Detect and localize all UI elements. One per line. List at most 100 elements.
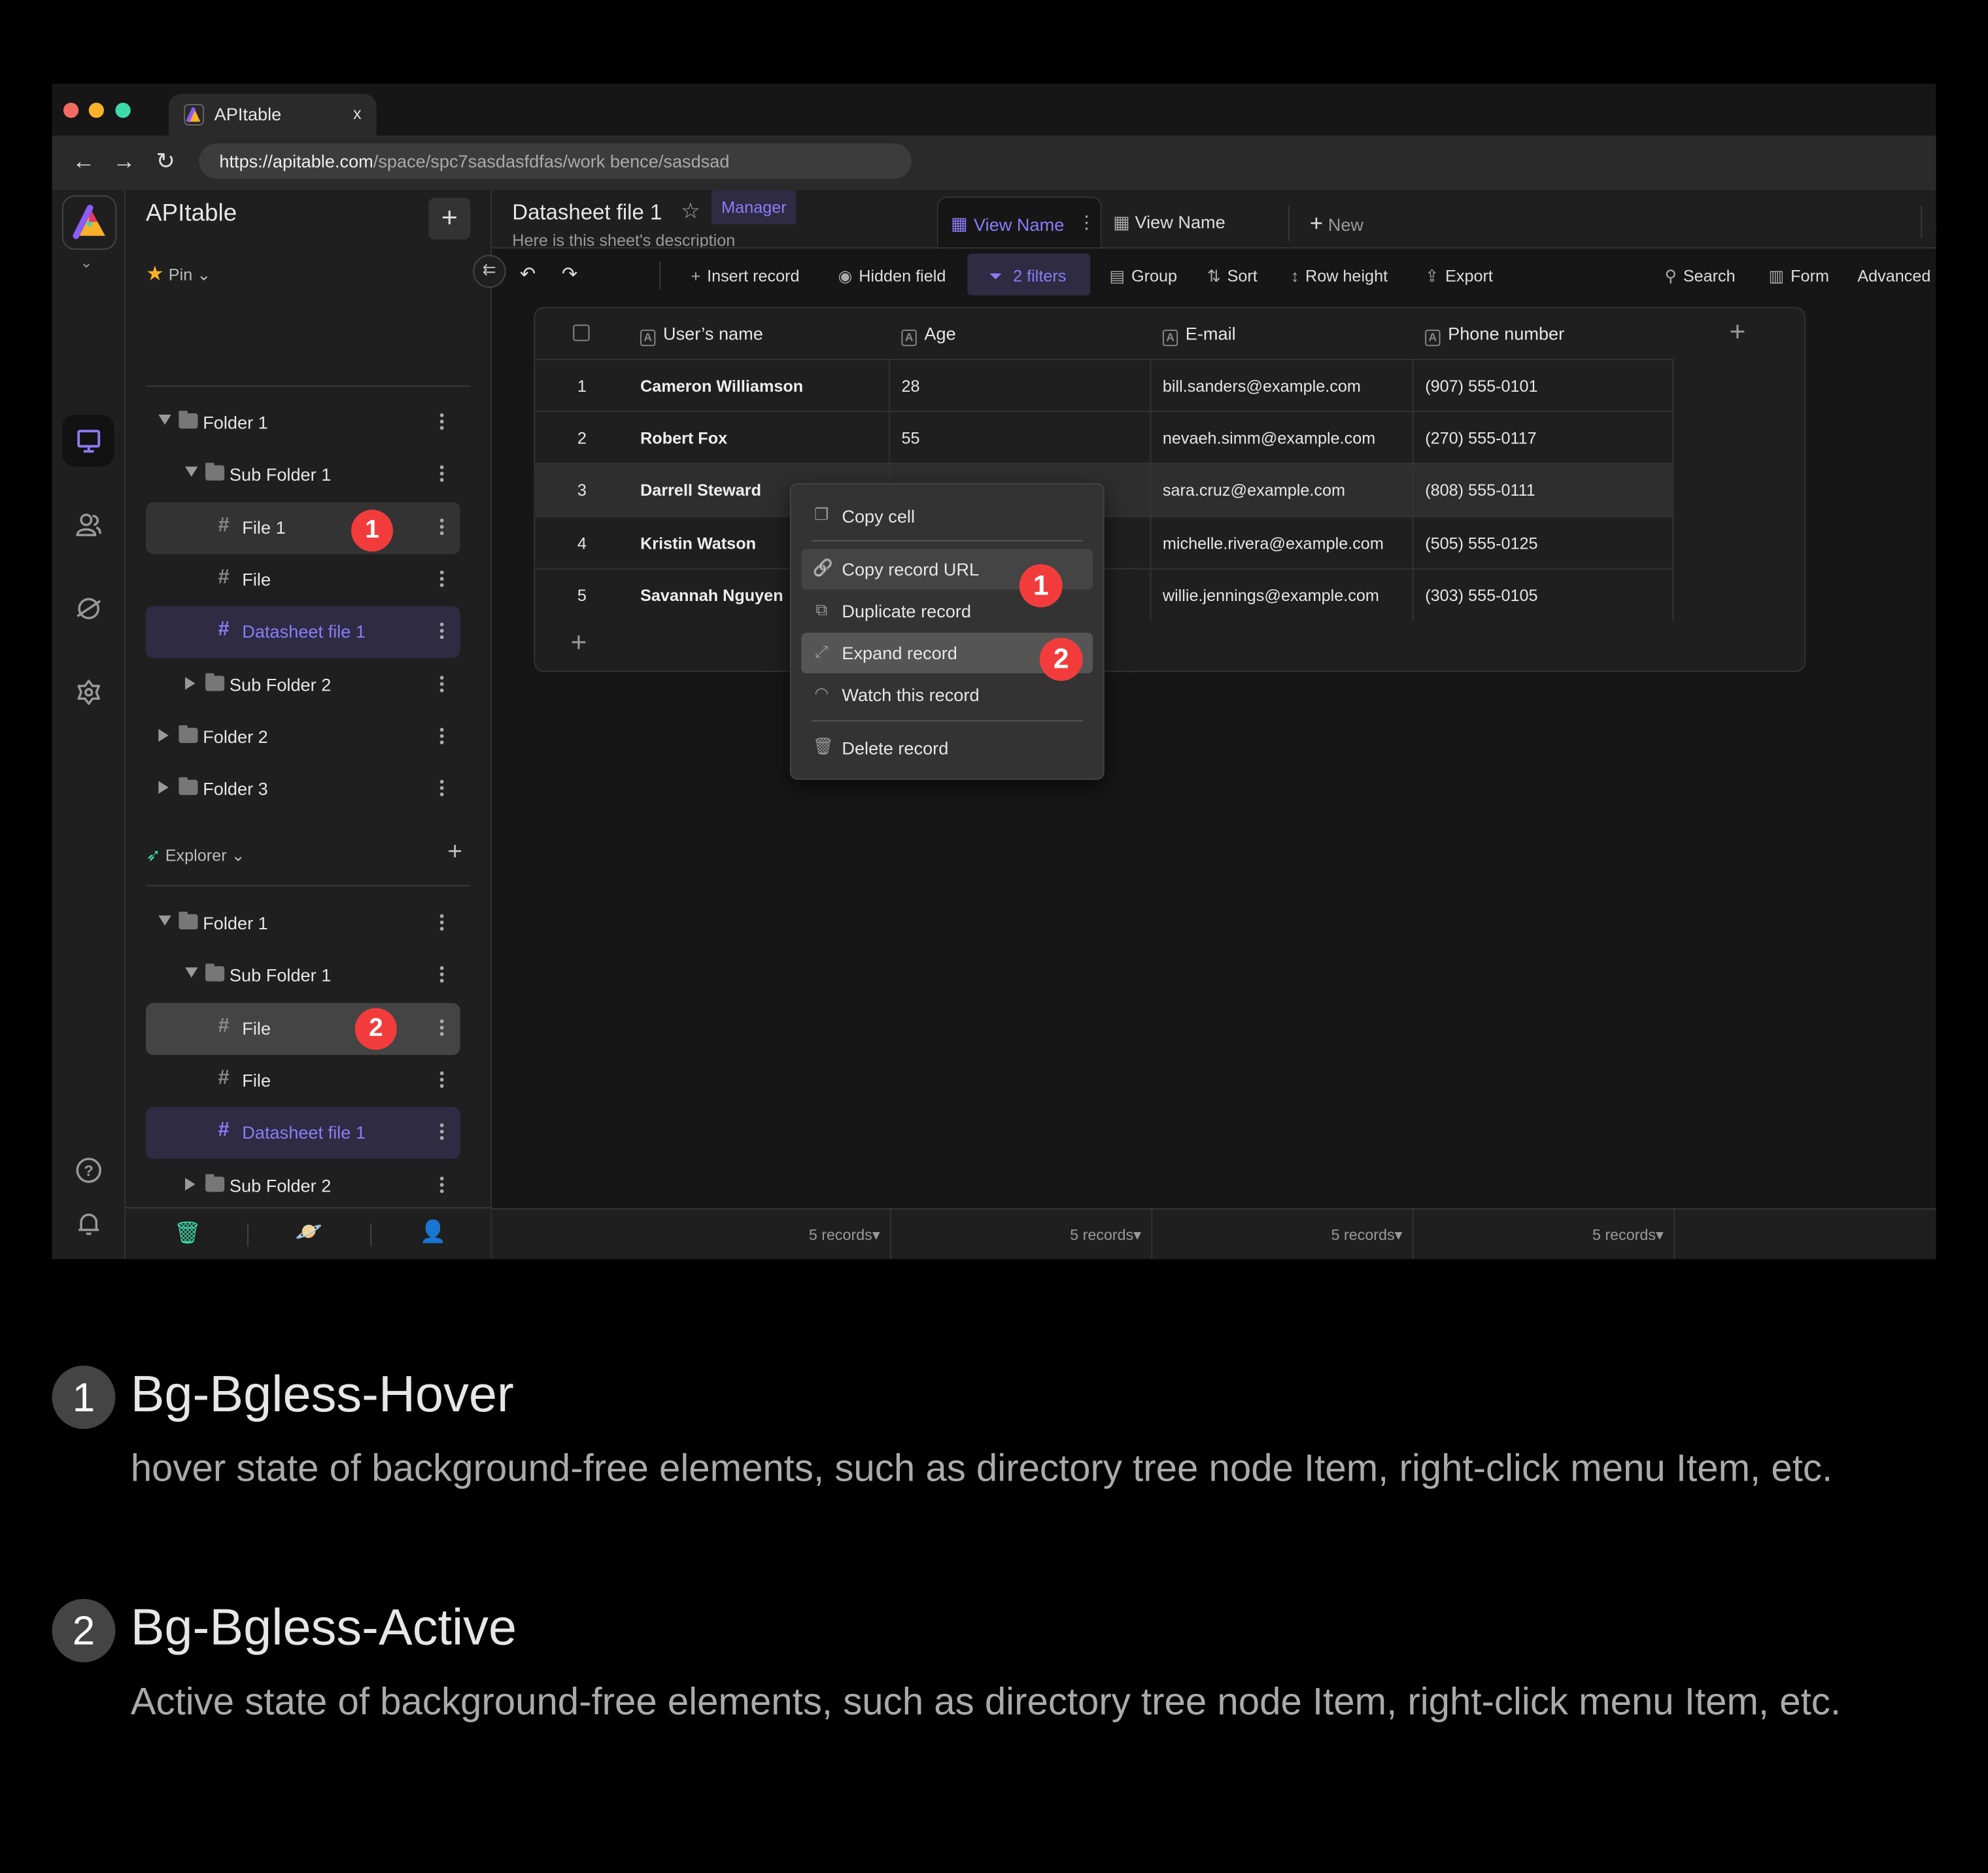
- stat-cell[interactable]: 5 records▾: [492, 1209, 891, 1260]
- insert-record-button[interactable]: + Insert record: [691, 266, 800, 285]
- stat-label: 5 records: [1331, 1226, 1395, 1244]
- tree-file-item[interactable]: # Datasheet file 1: [145, 1107, 460, 1160]
- help-button[interactable]: ?: [62, 1144, 114, 1195]
- advanced-label: Advanced: [1857, 266, 1931, 286]
- tree-folder-item[interactable]: Sub Folder 2: [146, 1160, 460, 1195]
- group-button[interactable]: ▤ Group: [1109, 266, 1177, 286]
- chevron-down-icon[interactable]: ⌄: [80, 254, 93, 271]
- url-input[interactable]: https://apitable.com/space/spc7sasdasfdf…: [199, 143, 912, 179]
- export-button[interactable]: ⇪ Export: [1425, 266, 1493, 286]
- table-row[interactable]: 2 Robert Fox 55 nevaeh.simm@example.com (270…: [535, 411, 1674, 464]
- cell-phone[interactable]: (907) 555-0101: [1412, 360, 1674, 413]
- stat-cell[interactable]: 5 records▾: [891, 1209, 1153, 1260]
- cell-email[interactable]: willie.jennings@example.com: [1150, 569, 1412, 621]
- cell-email[interactable]: sara.cruz@example.com: [1150, 464, 1412, 517]
- cell-email[interactable]: nevaeh.simm@example.com: [1150, 412, 1412, 464]
- minimize-window-button[interactable]: [88, 103, 104, 118]
- form-button[interactable]: ▥ Form: [1769, 266, 1829, 286]
- cloud-sync-icon[interactable]: [1935, 209, 1936, 235]
- tree-file-item[interactable]: # File: [146, 1055, 460, 1107]
- column-header-email[interactable]: A E-mail: [1162, 323, 1236, 347]
- tree-folder-item[interactable]: Folder 1: [146, 898, 460, 950]
- stat-cell[interactable]: 5 records▾: [1152, 1209, 1414, 1260]
- add-column-icon[interactable]: +: [1730, 316, 1746, 349]
- browser-tab[interactable]: APItable x: [168, 94, 377, 136]
- cell-email[interactable]: michelle.rivera@example.com: [1150, 517, 1412, 569]
- more-icon[interactable]: [439, 964, 445, 986]
- view-tab[interactable]: ▦ View Name: [1113, 212, 1225, 233]
- cell-phone[interactable]: (808) 555-0111: [1412, 464, 1674, 517]
- collapse-sidebar-button[interactable]: ⇇: [473, 254, 506, 288]
- maximize-window-button[interactable]: [115, 103, 131, 118]
- more-icon[interactable]: ⋮: [1078, 212, 1095, 233]
- context-menu-item[interactable]: ⧉ Duplicate record: [801, 591, 1093, 631]
- select-all-checkbox[interactable]: [573, 324, 590, 341]
- reload-icon[interactable]: ↻: [156, 148, 175, 175]
- column-header-phone[interactable]: A Phone number: [1425, 323, 1564, 347]
- caret-down-icon[interactable]: [185, 967, 198, 978]
- cell-email[interactable]: bill.sanders@example.com: [1150, 360, 1412, 413]
- legend-title: Bg-Bgless-Hover: [130, 1367, 514, 1423]
- notifications-button[interactable]: [62, 1197, 114, 1248]
- context-menu-item[interactable]: ◠ Watch this record: [801, 674, 1093, 715]
- more-icon[interactable]: [439, 1121, 445, 1143]
- undo-icon[interactable]: ↶: [520, 262, 536, 285]
- tree-item-label: Datasheet file 1: [242, 1122, 366, 1143]
- planet-icon[interactable]: 🪐: [296, 1220, 322, 1245]
- settings-nav-button[interactable]: [62, 666, 114, 717]
- more-icon[interactable]: [439, 912, 445, 933]
- plus-icon: +: [691, 266, 701, 286]
- add-record-icon[interactable]: +: [570, 627, 587, 659]
- column-header-name[interactable]: A User’s name: [640, 323, 763, 347]
- users-icon: [75, 513, 101, 536]
- search-button[interactable]: ⚲ Search: [1665, 266, 1736, 286]
- workbench-nav-button[interactable]: [62, 414, 114, 467]
- column-header-age[interactable]: A Age: [901, 323, 956, 347]
- forward-icon[interactable]: →: [113, 148, 136, 175]
- context-menu-item[interactable]: 🗑 Delete record: [801, 728, 1093, 768]
- tree-item-label: Folder 1: [203, 912, 268, 933]
- cell-phone[interactable]: (303) 555-0105: [1412, 569, 1674, 621]
- more-icon[interactable]: [439, 1016, 445, 1038]
- column-label: Age: [924, 323, 956, 344]
- view-tab-active[interactable]: ▦ View Name ⋮: [936, 196, 1102, 250]
- tree-file-item[interactable]: # File 2: [145, 1002, 460, 1055]
- table-row[interactable]: 1 Cameron Williamson 28 bill.sanders@exampl…: [535, 358, 1674, 413]
- filters-button[interactable]: ⏷ 2 filters: [967, 253, 1091, 296]
- context-menu-item[interactable]: ⤢ Expand record 2: [801, 632, 1093, 681]
- close-tab-icon[interactable]: x: [353, 104, 362, 123]
- context-menu-item[interactable]: ❐ Copy cell: [801, 496, 1093, 536]
- cell-phone[interactable]: (270) 555-0117: [1412, 412, 1674, 464]
- cell-name[interactable]: Cameron Williamson: [629, 360, 889, 412]
- more-icon[interactable]: [439, 1069, 445, 1090]
- more-icon[interactable]: [439, 1173, 445, 1195]
- row-height-button[interactable]: ↕ Row height: [1291, 266, 1388, 285]
- cell-name[interactable]: Robert Fox: [629, 412, 889, 464]
- advanced-button[interactable]: Advanced ⌄: [1857, 266, 1936, 286]
- hidden-field-button[interactable]: ◉ Hidden field: [838, 266, 946, 286]
- stat-cell[interactable]: 5 records▾: [1414, 1209, 1675, 1260]
- nav-rail: ⌄ ?: [52, 190, 126, 1260]
- explore-nav-button[interactable]: [62, 582, 114, 634]
- caret-right-icon[interactable]: [185, 1177, 196, 1190]
- invite-member-icon[interactable]: 👤: [420, 1220, 447, 1245]
- close-window-button[interactable]: [63, 103, 79, 118]
- cell-age[interactable]: 28: [889, 360, 1150, 413]
- members-nav-button[interactable]: [62, 498, 114, 550]
- tree-item-label: Sub Folder 2: [229, 1175, 332, 1195]
- tree-folder-item[interactable]: Sub Folder 1: [146, 950, 460, 1002]
- star-outline-icon[interactable]: ☆: [681, 199, 700, 224]
- data-grid: A User’s name A Age A E-mail A Phone number …: [534, 307, 1806, 672]
- space-logo-button[interactable]: [62, 195, 117, 250]
- cell-age[interactable]: 55: [889, 412, 1150, 464]
- sort-button[interactable]: ⇅ Sort: [1207, 266, 1258, 286]
- trash-icon[interactable]: 🗑: [174, 1221, 201, 1246]
- context-menu-item[interactable]: 🔗 Copy record URL 1: [801, 549, 1093, 608]
- row-index: 5: [577, 585, 587, 605]
- new-view-button[interactable]: + New: [1310, 211, 1363, 237]
- caret-down-icon[interactable]: [158, 915, 171, 926]
- cell-phone[interactable]: (505) 555-0125: [1412, 517, 1674, 569]
- redo-icon[interactable]: ↷: [562, 262, 577, 285]
- menu-item-label: Expand record: [842, 642, 957, 663]
- back-icon[interactable]: ←: [73, 148, 95, 175]
